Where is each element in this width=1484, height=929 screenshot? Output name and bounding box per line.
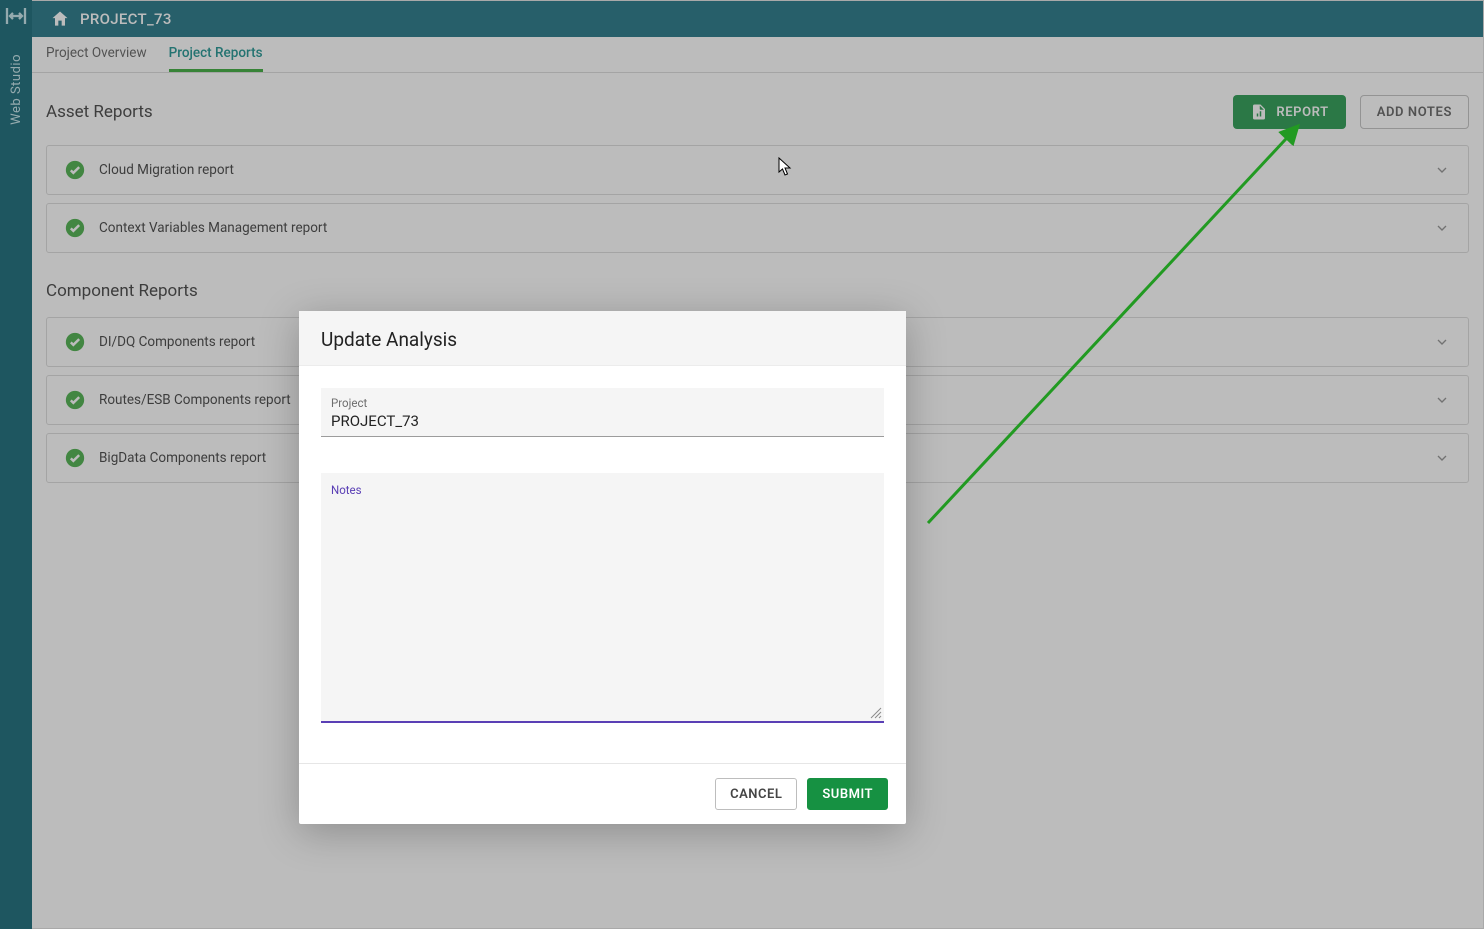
notes-field-label: Notes — [331, 483, 874, 497]
update-analysis-dialog: Update Analysis Project PROJECT_73 Notes… — [299, 311, 906, 824]
notes-field[interactable]: Notes — [321, 473, 884, 723]
project-field-label: Project — [331, 396, 874, 410]
dialog-footer: CANCEL SUBMIT — [299, 763, 906, 824]
cancel-button-label: CANCEL — [730, 787, 782, 802]
resize-handle-icon — [870, 707, 882, 719]
project-field-value: PROJECT_73 — [331, 412, 874, 430]
dialog-title: Update Analysis — [321, 328, 884, 351]
submit-button[interactable]: SUBMIT — [807, 778, 888, 810]
project-field: Project PROJECT_73 — [321, 388, 884, 437]
submit-button-label: SUBMIT — [822, 787, 873, 802]
dialog-body: Project PROJECT_73 Notes — [299, 366, 906, 763]
cancel-button[interactable]: CANCEL — [715, 778, 797, 810]
notes-textarea[interactable] — [331, 499, 874, 705]
dialog-header: Update Analysis — [299, 311, 906, 366]
